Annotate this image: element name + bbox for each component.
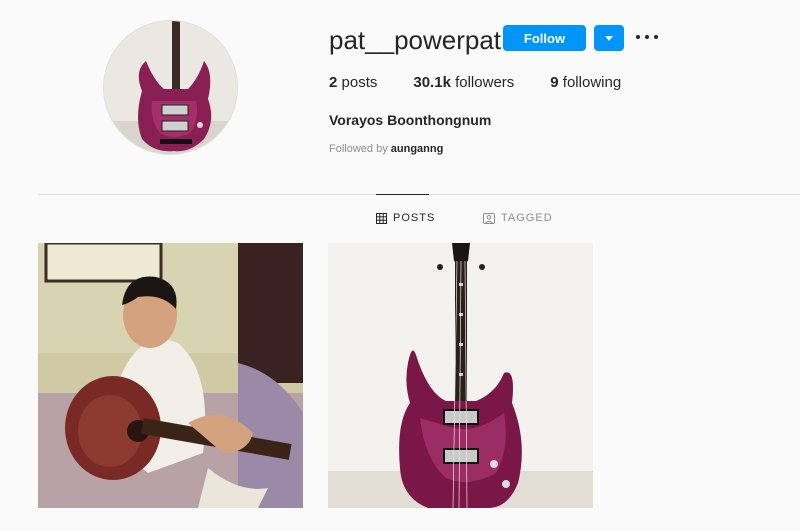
stat-posts: 2 posts	[329, 74, 378, 91]
stat-followers[interactable]: 30.1k followers	[413, 74, 514, 91]
grid-icon	[376, 212, 387, 224]
stat-following[interactable]: 9 following	[550, 74, 621, 91]
post-thumbnail-boy-with-guitar[interactable]	[38, 243, 303, 508]
post-thumbnail-red-guitar[interactable]	[328, 243, 593, 508]
tab-posts[interactable]: POSTS	[376, 212, 435, 224]
active-tab-indicator	[376, 194, 429, 195]
photo-red-guitar-image	[328, 243, 593, 508]
follow-button[interactable]: Follow	[503, 25, 586, 51]
followed-by-user-link[interactable]: aunganng	[391, 143, 444, 155]
more-options-button[interactable]	[636, 29, 658, 45]
suggestions-dropdown-button[interactable]	[594, 25, 624, 51]
chevron-down-icon	[605, 35, 613, 41]
tab-tagged[interactable]: TAGGED	[483, 212, 553, 224]
more-dots-icon	[636, 35, 640, 39]
profile-username: pat__powerpat	[329, 25, 502, 55]
profile-stats: 2 posts 30.1k followers 9 following	[329, 74, 657, 91]
profile-avatar[interactable]	[103, 20, 238, 155]
profile-full-name: Vorayos Boonthongnum	[329, 112, 492, 128]
followed-by-text: Followed by aunganng	[329, 143, 444, 155]
photo-boy-guitar-image	[38, 243, 303, 508]
avatar-guitar-image	[104, 21, 237, 154]
tag-person-icon	[483, 212, 495, 224]
